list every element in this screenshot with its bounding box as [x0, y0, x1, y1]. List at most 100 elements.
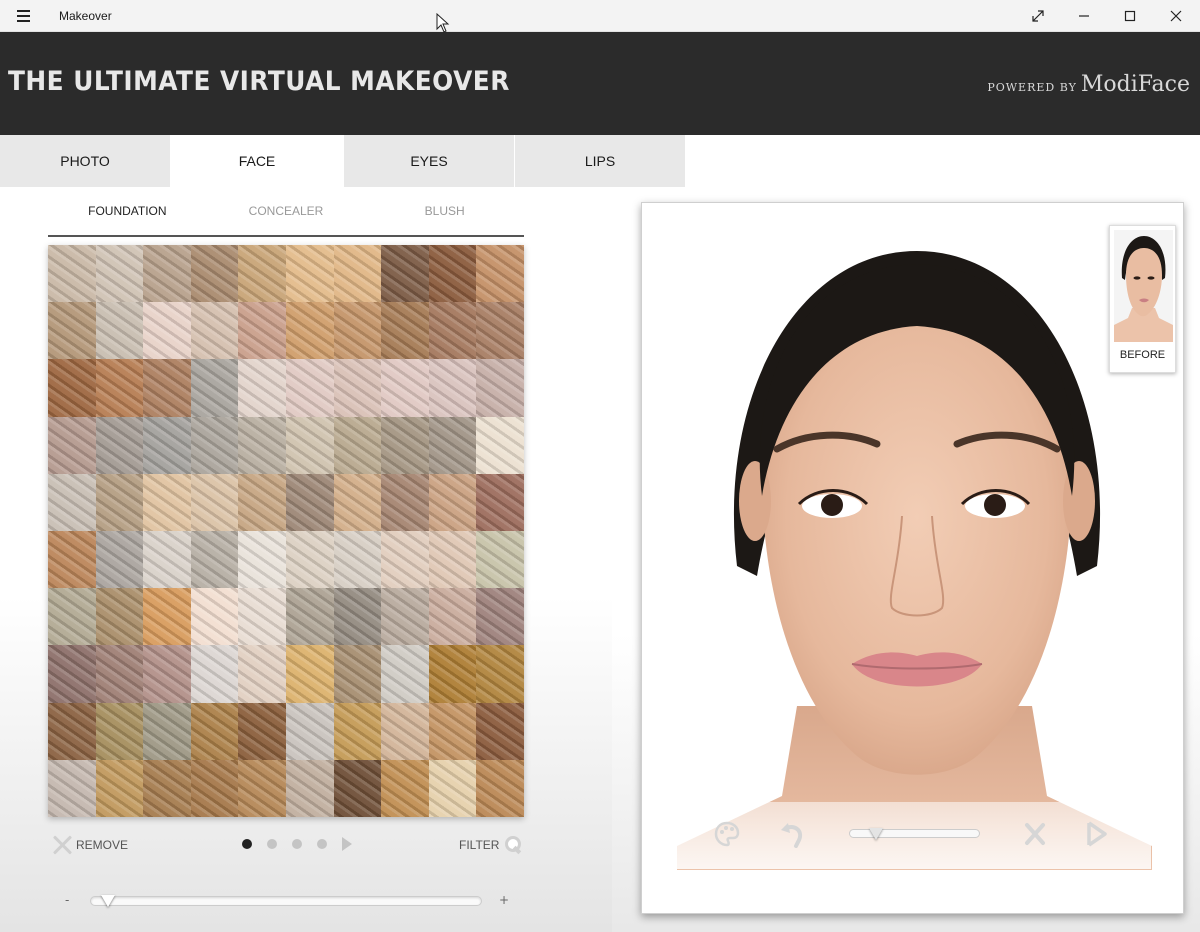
foundation-swatch[interactable] [285, 473, 334, 531]
foundation-swatch[interactable] [190, 645, 239, 703]
foundation-swatch[interactable] [285, 245, 334, 303]
filter-button[interactable]: FILTER [459, 835, 523, 855]
foundation-swatch[interactable] [190, 416, 239, 474]
foundation-swatch[interactable] [238, 588, 286, 646]
foundation-swatch[interactable] [333, 302, 382, 360]
foundation-swatch[interactable] [238, 359, 286, 417]
foundation-swatch[interactable] [143, 759, 191, 817]
foundation-swatch[interactable] [428, 473, 477, 531]
foundation-swatch[interactable] [48, 702, 96, 760]
maximize-icon[interactable] [1107, 0, 1153, 32]
foundation-swatch[interactable] [381, 416, 429, 474]
foundation-swatch[interactable] [428, 588, 477, 646]
foundation-swatch[interactable] [381, 359, 429, 417]
foundation-swatch[interactable] [190, 759, 239, 817]
foundation-swatch[interactable] [285, 359, 334, 417]
foundation-swatch[interactable] [428, 302, 477, 360]
subtab-blush[interactable]: BLUSH [365, 201, 524, 235]
tab-eyes[interactable]: EYES [344, 135, 514, 187]
undo-icon[interactable] [774, 816, 810, 852]
before-thumbnail[interactable]: BEFORE [1109, 225, 1176, 373]
tab-photo[interactable]: PHOTO [0, 135, 170, 187]
foundation-swatch[interactable] [48, 473, 96, 531]
close-icon[interactable] [1153, 0, 1199, 32]
foundation-swatch[interactable] [428, 245, 477, 303]
foundation-swatch[interactable] [476, 416, 524, 474]
foundation-swatch[interactable] [190, 302, 239, 360]
intensity-slider[interactable] [90, 895, 482, 907]
foundation-swatch[interactable] [381, 302, 429, 360]
foundation-swatch[interactable] [238, 245, 286, 303]
foundation-swatch[interactable] [238, 531, 286, 589]
foundation-swatch[interactable] [476, 245, 524, 303]
foundation-swatch[interactable] [381, 531, 429, 589]
foundation-swatch[interactable] [95, 359, 144, 417]
foundation-swatch[interactable] [95, 245, 144, 303]
foundation-swatch[interactable] [428, 759, 477, 817]
foundation-swatch[interactable] [95, 416, 144, 474]
foundation-swatch[interactable] [190, 531, 239, 589]
foundation-swatch[interactable] [143, 531, 191, 589]
foundation-swatch[interactable] [285, 702, 334, 760]
foundation-swatch[interactable] [48, 759, 96, 817]
foundation-swatch[interactable] [381, 645, 429, 703]
minimize-icon[interactable] [1061, 0, 1107, 32]
remove-button[interactable]: REMOVE [52, 835, 128, 855]
foundation-swatch[interactable] [238, 416, 286, 474]
foundation-swatch[interactable] [333, 416, 382, 474]
effect-slider-thumb[interactable] [869, 828, 884, 840]
foundation-swatch[interactable] [381, 759, 429, 817]
foundation-swatch[interactable] [143, 588, 191, 646]
foundation-swatch[interactable] [476, 359, 524, 417]
foundation-swatch[interactable] [190, 473, 239, 531]
slider-thumb[interactable] [100, 895, 115, 907]
foundation-swatch[interactable] [143, 359, 191, 417]
foundation-swatch[interactable] [190, 359, 239, 417]
tab-lips[interactable]: LIPS [515, 135, 685, 187]
foundation-swatch[interactable] [95, 302, 144, 360]
foundation-swatch[interactable] [428, 531, 477, 589]
foundation-swatch[interactable] [333, 702, 382, 760]
foundation-swatch[interactable] [285, 531, 334, 589]
foundation-swatch[interactable] [143, 302, 191, 360]
foundation-swatch[interactable] [333, 645, 382, 703]
tab-face[interactable]: FACE [171, 135, 343, 187]
foundation-swatch[interactable] [428, 359, 477, 417]
page-dot[interactable] [317, 839, 327, 849]
foundation-swatch[interactable] [48, 531, 96, 589]
foundation-swatch[interactable] [143, 645, 191, 703]
foundation-swatch[interactable] [285, 645, 334, 703]
foundation-swatch[interactable] [476, 588, 524, 646]
foundation-swatch[interactable] [381, 473, 429, 531]
foundation-swatch[interactable] [48, 588, 96, 646]
subtab-concealer[interactable]: CONCEALER [207, 201, 366, 235]
foundation-swatch[interactable] [428, 416, 477, 474]
foundation-swatch[interactable] [48, 645, 96, 703]
foundation-swatch[interactable] [238, 473, 286, 531]
foundation-swatch[interactable] [333, 588, 382, 646]
subtab-foundation[interactable]: FOUNDATION [48, 201, 207, 235]
fullscreen-icon[interactable] [1015, 0, 1061, 32]
foundation-swatch[interactable] [238, 702, 286, 760]
foundation-swatch[interactable] [95, 473, 144, 531]
foundation-swatch[interactable] [95, 531, 144, 589]
foundation-swatch[interactable] [476, 473, 524, 531]
foundation-swatch[interactable] [143, 702, 191, 760]
foundation-swatch[interactable] [285, 588, 334, 646]
foundation-swatch[interactable] [143, 416, 191, 474]
page-dot[interactable] [292, 839, 302, 849]
foundation-swatch[interactable] [333, 245, 382, 303]
foundation-swatch[interactable] [48, 359, 96, 417]
effect-slider[interactable] [849, 828, 980, 840]
share-icon[interactable] [1079, 816, 1115, 852]
next-page-icon[interactable] [342, 837, 352, 851]
foundation-swatch[interactable] [238, 302, 286, 360]
foundation-swatch[interactable] [285, 759, 334, 817]
foundation-swatch[interactable] [428, 645, 477, 703]
foundation-swatch[interactable] [143, 473, 191, 531]
foundation-swatch[interactable] [190, 245, 239, 303]
foundation-swatch[interactable] [476, 759, 524, 817]
foundation-swatch[interactable] [95, 702, 144, 760]
palette-icon[interactable] [709, 816, 745, 852]
foundation-swatch[interactable] [333, 359, 382, 417]
